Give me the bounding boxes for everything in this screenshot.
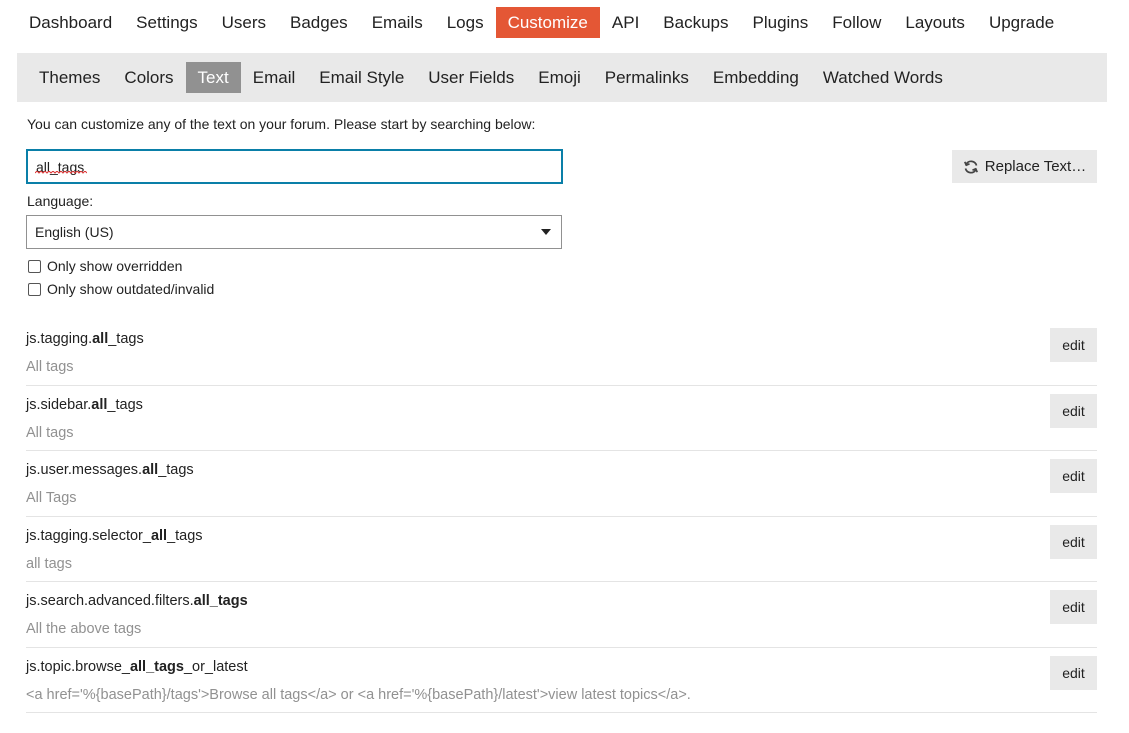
edit-button[interactable]: edit <box>1050 524 1097 559</box>
translation-value: All Tags <box>26 490 77 506</box>
language-selected-value: English (US) <box>35 224 114 240</box>
list-item: js.topic.browse_all_tags_or_latest <a hr… <box>26 648 1097 713</box>
tab-email[interactable]: Email <box>241 62 308 93</box>
tab-themes[interactable]: Themes <box>27 62 112 93</box>
nav-logs[interactable]: Logs <box>435 7 496 38</box>
translation-key: js.tagging.selector_all_tags <box>26 527 203 544</box>
edit-button[interactable]: edit <box>1050 459 1097 493</box>
language-select[interactable]: English (US) <box>26 215 562 249</box>
edit-button[interactable]: edit <box>1050 655 1097 690</box>
only-outdated-filter[interactable]: Only show outdated/invalid <box>28 281 214 297</box>
tab-colors[interactable]: Colors <box>112 62 185 93</box>
intro-text: You can customize any of the text on you… <box>27 116 536 132</box>
tab-permalinks[interactable]: Permalinks <box>593 62 701 93</box>
only-outdated-label: Only show outdated/invalid <box>47 281 215 297</box>
spellcheck-underline <box>35 171 87 174</box>
list-item: js.tagging.all_tags All tags edit <box>26 320 1097 386</box>
translation-key: js.tagging.all_tags <box>26 331 144 347</box>
edit-button[interactable]: edit <box>1050 590 1097 624</box>
list-item: js.search.advanced.filters.all_tags All … <box>26 582 1097 648</box>
nav-api[interactable]: API <box>600 7 651 38</box>
edit-button[interactable]: edit <box>1050 393 1097 428</box>
nav-settings[interactable]: Settings <box>124 7 209 38</box>
nav-customize[interactable]: Customize <box>495 7 600 38</box>
tab-email-style[interactable]: Email Style <box>307 62 416 93</box>
nav-upgrade[interactable]: Upgrade <box>977 7 1066 38</box>
translation-value: <a href='%{basePath}/tags'>Browse all ta… <box>26 686 691 703</box>
nav-layouts[interactable]: Layouts <box>893 7 977 38</box>
tab-embedding[interactable]: Embedding <box>701 62 811 93</box>
only-outdated-checkbox[interactable] <box>28 282 41 296</box>
nav-dashboard[interactable]: Dashboard <box>17 7 124 38</box>
tab-emoji[interactable]: Emoji <box>526 62 593 93</box>
tab-watched-words[interactable]: Watched Words <box>811 62 955 93</box>
nav-emails[interactable]: Emails <box>360 7 435 38</box>
translation-value: All the above tags <box>26 621 142 637</box>
search-input[interactable] <box>26 149 563 184</box>
nav-plugins[interactable]: Plugins <box>741 7 821 38</box>
caret-down-icon <box>541 229 551 235</box>
nav-backups[interactable]: Backups <box>651 7 740 38</box>
replace-text-label: Replace Text… <box>984 158 1087 175</box>
nav-badges[interactable]: Badges <box>278 7 360 38</box>
list-item: js.user.messages.all_tags All Tags edit <box>26 451 1097 517</box>
list-item: js.tagging.selector_all_tags all tags ed… <box>26 517 1097 582</box>
translation-key: js.user.messages.all_tags <box>26 462 194 478</box>
only-overridden-label: Only show overridden <box>47 258 183 274</box>
replace-text-button[interactable]: Replace Text… <box>952 150 1097 183</box>
customize-sub-nav: Themes Colors Text Email Email Style Use… <box>17 53 1107 102</box>
translation-key: js.search.advanced.filters.all_tags <box>26 593 248 609</box>
sync-icon <box>963 159 979 175</box>
tab-text[interactable]: Text <box>185 62 241 93</box>
nav-users[interactable]: Users <box>210 7 278 38</box>
admin-main-nav: Dashboard Settings Users Badges Emails L… <box>17 7 1066 38</box>
translation-key: js.sidebar.all_tags <box>26 396 143 413</box>
only-overridden-checkbox[interactable] <box>28 259 41 273</box>
translation-value: All tags <box>26 424 74 441</box>
results-list: js.tagging.all_tags All tags edit js.sid… <box>26 320 1097 713</box>
nav-follow[interactable]: Follow <box>820 7 893 38</box>
tab-user-fields[interactable]: User Fields <box>416 62 526 93</box>
edit-button[interactable]: edit <box>1050 328 1097 362</box>
translation-key: js.topic.browse_all_tags_or_latest <box>26 658 248 675</box>
translation-value: all tags <box>26 555 72 572</box>
language-label: Language: <box>27 193 94 209</box>
only-overridden-filter[interactable]: Only show overridden <box>28 258 182 274</box>
translation-value: All tags <box>26 359 74 375</box>
list-item: js.sidebar.all_tags All tags edit <box>26 386 1097 451</box>
